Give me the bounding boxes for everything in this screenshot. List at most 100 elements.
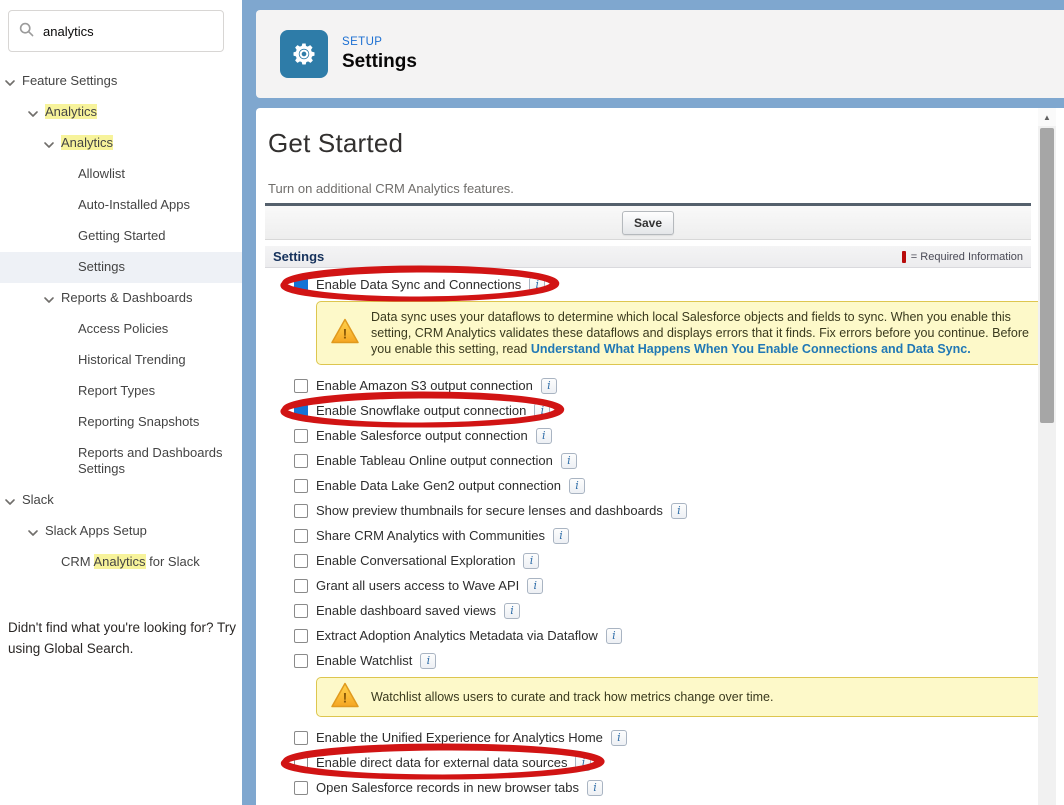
warning-text: Data sync uses your dataflows to determi… [371, 309, 1037, 357]
info-icon[interactable]: i [575, 755, 591, 771]
sidebar-item-reports-and-dashboards-settings[interactable]: Reports and Dashboards Settings [0, 438, 242, 485]
info-icon[interactable]: i [611, 730, 627, 746]
chevron-down-icon[interactable] [27, 526, 39, 536]
vertical-scrollbar[interactable]: ▲ [1038, 108, 1056, 805]
get-started-heading: Get Started [268, 128, 1038, 159]
setting-row-enable-data-sync-and-connections: Enable Data Sync and Connections i [294, 272, 1031, 297]
sidebar-item-label: Access Policies [78, 321, 168, 336]
setting-row-enable-direct-data-for-external-data-sources: Enable direct data for external data sou… [294, 750, 1031, 775]
unchecked-checkbox[interactable] [294, 781, 308, 795]
warning-banner: ! Watchlist allows users to curate and tr… [316, 677, 1052, 717]
header-titles: SETUP Settings [342, 36, 417, 73]
page-title: Settings [342, 51, 417, 73]
warning-text: Watchlist allows users to curate and tra… [371, 689, 773, 705]
info-icon[interactable]: i [420, 653, 436, 669]
page-description: Turn on additional CRM Analytics feature… [268, 181, 1038, 196]
sidebar-item-label: Report Types [78, 383, 155, 398]
unchecked-checkbox[interactable] [294, 654, 308, 668]
scrollbar-thumb[interactable] [1040, 128, 1054, 423]
unchecked-checkbox[interactable] [294, 579, 308, 593]
setting-row-show-preview-thumbnails-for-secure-lenses-and-dashboards: Show preview thumbnails for secure lense… [294, 498, 1031, 523]
chevron-down-icon[interactable] [43, 138, 55, 148]
setting-label: Enable Watchlist [316, 653, 412, 668]
info-icon[interactable]: i [587, 780, 603, 796]
unchecked-checkbox[interactable] [294, 504, 308, 518]
sidebar-item-label: Allowlist [78, 166, 125, 181]
sidebar-item-getting-started[interactable]: Getting Started [0, 221, 242, 252]
sidebar-item-crm-analytics-for-slack[interactable]: CRM Analytics for Slack [0, 547, 242, 578]
sidebar-item-label: Slack [22, 492, 54, 507]
info-icon[interactable]: i [553, 528, 569, 544]
sidebar-item-label: Historical Trending [78, 352, 186, 367]
unchecked-checkbox[interactable] [294, 454, 308, 468]
sidebar-item-reports-dashboards[interactable]: Reports & Dashboards [0, 283, 242, 314]
sidebar-item-access-policies[interactable]: Access Policies [0, 314, 242, 345]
setting-row-extract-adoption-analytics-metadata-via-dataflow: Extract Adoption Analytics Metadata via … [294, 623, 1031, 648]
sidebar-item-auto-installed-apps[interactable]: Auto-Installed Apps [0, 190, 242, 221]
info-icon[interactable]: i [569, 478, 585, 494]
sidebar-item-label: Analytics [61, 135, 113, 150]
unchecked-checkbox[interactable] [294, 604, 308, 618]
sidebar-item-report-types[interactable]: Report Types [0, 376, 242, 407]
info-icon[interactable]: i [527, 578, 543, 594]
setting-label: Enable Data Sync and Connections [316, 277, 521, 292]
unchecked-checkbox[interactable] [294, 479, 308, 493]
unchecked-checkbox[interactable] [294, 529, 308, 543]
sidebar-item-slack[interactable]: Slack [0, 485, 242, 516]
chevron-down-icon[interactable] [4, 76, 16, 86]
setting-label: Show preview thumbnails for secure lense… [316, 503, 663, 518]
info-icon[interactable]: i [606, 628, 622, 644]
warning-triangle-icon: ! [330, 682, 360, 713]
unchecked-checkbox[interactable] [294, 731, 308, 745]
unchecked-checkbox[interactable] [294, 756, 308, 770]
info-icon[interactable]: i [561, 453, 577, 469]
setting-label: Enable dashboard saved views [316, 603, 496, 618]
sidebar-item-slack-apps-setup[interactable]: Slack Apps Setup [0, 516, 242, 547]
info-icon[interactable]: i [529, 277, 545, 293]
save-toolbar: Save [265, 206, 1031, 240]
setting-row-enable-tableau-online-output-connection: Enable Tableau Online output connectioni [294, 448, 1031, 473]
scroll-up-arrow-icon[interactable]: ▲ [1038, 108, 1056, 126]
gear-icon [280, 30, 328, 78]
chevron-down-icon[interactable] [27, 107, 39, 117]
settings-panel: Save Settings = Required Information Ena… [265, 203, 1031, 805]
setup-eyebrow: SETUP [342, 36, 417, 48]
sidebar-item-feature-settings[interactable]: Feature Settings [0, 66, 242, 97]
sidebar-item-historical-trending[interactable]: Historical Trending [0, 345, 242, 376]
settings-section-bar: Settings = Required Information [265, 246, 1031, 268]
quick-find-searchbox[interactable] [8, 10, 224, 52]
checked-checkbox[interactable] [294, 278, 308, 292]
warning-triangle-icon: ! [330, 318, 360, 349]
sidebar-item-label: Getting Started [78, 228, 165, 243]
unchecked-checkbox[interactable] [294, 379, 308, 393]
chevron-down-icon[interactable] [4, 495, 16, 505]
sidebar-item-label: Feature Settings [22, 73, 117, 88]
info-icon[interactable]: i [523, 553, 539, 569]
unchecked-checkbox[interactable] [294, 629, 308, 643]
sidebar-item-reporting-snapshots[interactable]: Reporting Snapshots [0, 407, 242, 438]
sidebar-item-analytics[interactable]: Analytics [0, 97, 242, 128]
sidebar-item-label: Settings [78, 259, 125, 274]
setting-row-enable-dashboard-saved-views: Enable dashboard saved views i [294, 598, 1031, 623]
svg-text:!: ! [343, 326, 348, 342]
sidebar-item-allowlist[interactable]: Allowlist [0, 159, 242, 190]
info-icon[interactable]: i [671, 503, 687, 519]
info-icon[interactable]: i [504, 603, 520, 619]
search-input[interactable] [43, 24, 203, 39]
setting-label: Enable Conversational Exploration [316, 553, 515, 568]
setting-label: Enable Amazon S3 output connection [316, 378, 533, 393]
chevron-down-icon[interactable] [43, 293, 55, 303]
info-icon[interactable]: i [541, 378, 557, 394]
warning-link[interactable]: Understand What Happens When You Enable … [531, 342, 971, 356]
required-information-legend: = Required Information [902, 251, 1023, 263]
sidebar-item-analytics[interactable]: Analytics [0, 128, 242, 159]
unchecked-checkbox[interactable] [294, 554, 308, 568]
setup-sidebar: Feature Settings Analytics Analytics Allowl… [0, 0, 242, 805]
save-button[interactable]: Save [622, 211, 674, 235]
unchecked-checkbox[interactable] [294, 429, 308, 443]
sidebar-item-settings[interactable]: Settings [0, 252, 242, 283]
checked-checkbox[interactable] [294, 404, 308, 418]
required-legend-text: = Required Information [911, 251, 1023, 263]
info-icon[interactable]: i [536, 428, 552, 444]
info-icon[interactable]: i [534, 403, 550, 419]
